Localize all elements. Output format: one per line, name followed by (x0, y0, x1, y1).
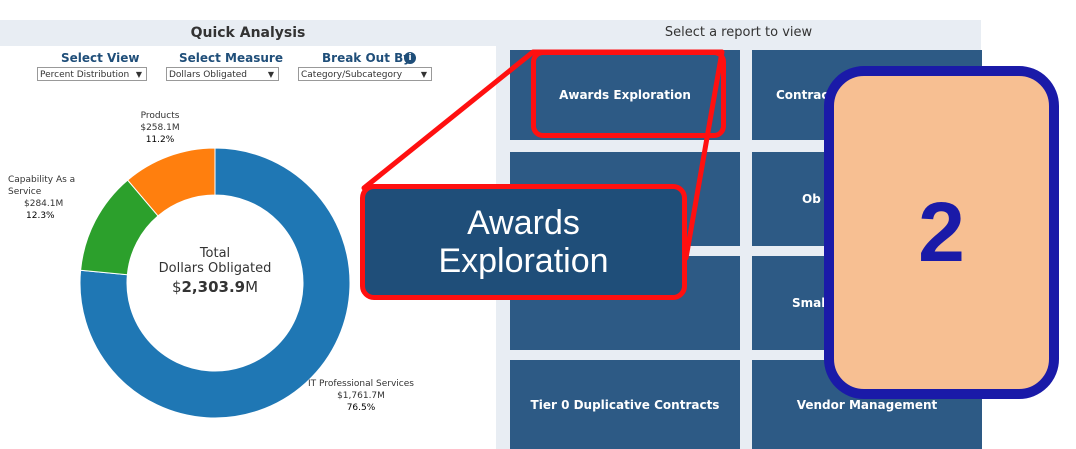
callout-awards-exploration: Awards Exploration (360, 184, 687, 300)
awards-exploration-highlight (531, 50, 726, 138)
step-number-badge: 2 (824, 66, 1059, 399)
